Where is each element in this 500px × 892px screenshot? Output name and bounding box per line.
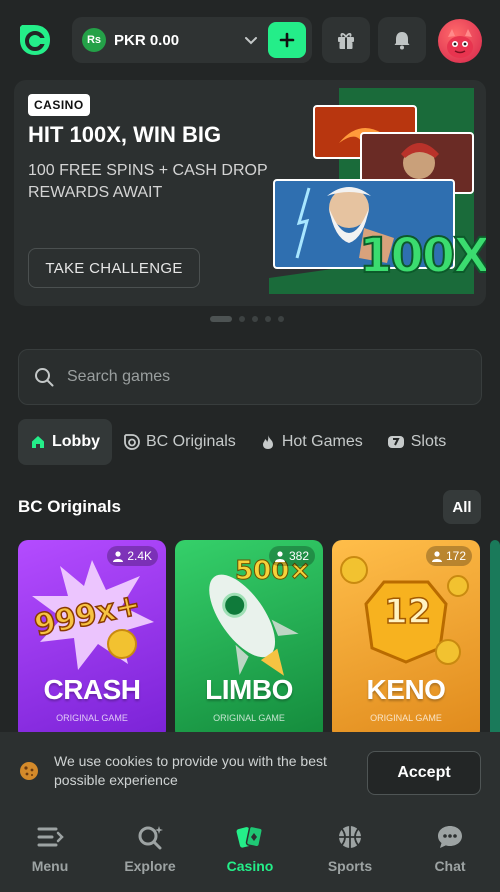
players-count: 2.4K xyxy=(127,549,152,563)
bottom-navigation: Menu Explore Casino Sports Chat xyxy=(0,810,500,892)
search-bar[interactable] xyxy=(18,349,482,405)
gift-button[interactable] xyxy=(322,17,370,63)
game-card-partial[interactable] xyxy=(490,540,500,740)
cookie-banner: We use cookies to provide you with the b… xyxy=(0,732,500,810)
game-card-keno[interactable]: 12 172 KENO ORIGINAL GAME xyxy=(332,540,480,740)
tab-label: Slots xyxy=(410,433,447,450)
nav-casino[interactable]: Casino xyxy=(200,810,300,892)
home-icon xyxy=(32,436,44,448)
keno-number-text: 12 xyxy=(383,591,432,633)
user-icon xyxy=(431,550,442,562)
tab-label: BC Originals xyxy=(146,433,236,450)
basketball-icon xyxy=(339,826,361,848)
tab-label: Hot Games xyxy=(281,433,363,450)
accept-cookies-button[interactable]: Accept xyxy=(367,751,481,795)
game-tag: ORIGINAL GAME xyxy=(56,713,128,723)
menu-icon xyxy=(37,827,64,847)
nav-label: Explore xyxy=(124,858,176,874)
bc-logo-icon[interactable] xyxy=(16,21,54,59)
category-tabs: Lobby BC Originals Hot Games Slots xyxy=(18,419,458,465)
view-all-button[interactable]: All xyxy=(443,490,481,524)
cookie-icon xyxy=(20,762,38,780)
carousel-pagination xyxy=(210,316,284,322)
gift-icon xyxy=(338,33,354,49)
nav-label: Sports xyxy=(327,858,373,874)
plus-icon xyxy=(279,32,295,48)
section-title: BC Originals xyxy=(18,497,121,516)
tab-bc-originals[interactable]: BC Originals xyxy=(112,419,248,465)
tab-slots[interactable]: Slots xyxy=(375,419,459,465)
nav-menu[interactable]: Menu xyxy=(0,810,100,892)
carousel-dot[interactable] xyxy=(265,316,271,322)
user-icon xyxy=(113,550,124,562)
game-card-limbo[interactable]: 500× 382 LIMBO ORIGINAL GAME xyxy=(175,540,323,740)
originals-carousel: 999x+ 2.4K CRASH ORIGINAL GAME 500× 382 … xyxy=(18,540,500,740)
keno-artwork xyxy=(340,556,469,665)
tab-lobby[interactable]: Lobby xyxy=(18,419,112,465)
wallet-selector[interactable]: Rs PKR 0.00 xyxy=(72,17,312,63)
tab-hot-games[interactable]: Hot Games xyxy=(248,419,375,465)
carousel-dot[interactable] xyxy=(239,316,245,322)
players-badge: 2.4K xyxy=(107,546,158,566)
deposit-button[interactable] xyxy=(268,22,306,58)
game-name: LIMBO xyxy=(205,674,293,705)
players-count: 382 xyxy=(288,549,309,563)
flame-icon xyxy=(262,435,273,449)
search-input[interactable] xyxy=(67,368,427,386)
nav-label: Casino xyxy=(226,858,274,874)
banner-category-badge: CASINO xyxy=(28,94,90,116)
game-tag: ORIGINAL GAME xyxy=(213,713,285,723)
nav-label: Menu xyxy=(31,858,69,874)
players-badge: 172 xyxy=(425,546,472,566)
players-badge: 382 xyxy=(268,546,315,566)
casino-lobby-page: Rs PKR 0.00 CASINO HIT 100X, WIN BIG 100… xyxy=(0,0,500,892)
slot-machine-icon xyxy=(387,436,404,448)
tab-label: Lobby xyxy=(52,433,100,450)
bc-logo-icon xyxy=(124,434,140,450)
banner-subtitle: 100 FREE SPINS + CASH DROP REWARDS AWAIT xyxy=(28,162,268,201)
players-count: 172 xyxy=(445,549,466,563)
cookie-message: We use cookies to provide you with the b… xyxy=(54,753,327,788)
bell-icon xyxy=(394,32,410,50)
search-icon xyxy=(35,368,54,387)
chat-icon xyxy=(438,826,462,848)
avatar-monster-icon xyxy=(447,29,473,58)
cards-icon xyxy=(236,825,264,848)
notifications-button[interactable] xyxy=(378,17,426,63)
user-icon xyxy=(274,550,285,562)
carousel-dot[interactable] xyxy=(252,316,258,322)
game-card-crash[interactable]: 999x+ 2.4K CRASH ORIGINAL GAME xyxy=(18,540,166,740)
take-challenge-button[interactable]: TAKE CHALLENGE xyxy=(28,248,200,288)
game-name: CRASH xyxy=(43,674,141,705)
currency-coin-icon: Rs xyxy=(82,28,106,52)
nav-label: Chat xyxy=(434,858,466,874)
carousel-dot-active[interactable] xyxy=(210,316,232,322)
banner-title: HIT 100X, WIN BIG xyxy=(28,122,222,147)
game-tag: ORIGINAL GAME xyxy=(370,713,442,723)
nav-sports[interactable]: Sports xyxy=(300,810,400,892)
explore-search-icon xyxy=(138,826,163,850)
nav-explore[interactable]: Explore xyxy=(100,810,200,892)
banner-100x-text: 100X xyxy=(358,227,486,285)
carousel-dot[interactable] xyxy=(278,316,284,322)
nav-chat[interactable]: Chat xyxy=(400,810,500,892)
user-avatar[interactable] xyxy=(438,19,482,63)
promo-banner[interactable]: CASINO HIT 100X, WIN BIG 100 FREE SPINS … xyxy=(14,80,486,306)
game-name: KENO xyxy=(366,674,446,705)
chevron-down-icon xyxy=(245,37,257,45)
balance-amount: PKR 0.00 xyxy=(114,31,180,49)
